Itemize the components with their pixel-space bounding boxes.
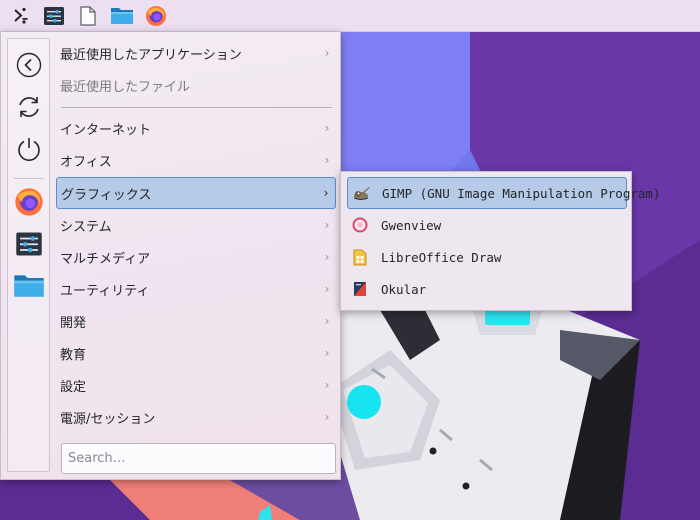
category-power-session[interactable]: 電源/セッション › xyxy=(56,402,336,432)
category-label: 最近使用したファイル xyxy=(60,79,191,95)
application-launcher-button[interactable] xyxy=(4,0,36,32)
submenu-item-label: LibreOffice Draw xyxy=(381,249,502,265)
category-label: システム xyxy=(60,219,112,235)
system-settings-launcher[interactable] xyxy=(38,0,70,32)
folder-icon xyxy=(111,7,133,24)
category-development[interactable]: 開発 › xyxy=(56,306,336,336)
sidebar-firefox-button[interactable] xyxy=(12,185,46,219)
submenu-item-libreoffice-draw[interactable]: LibreOffice Draw xyxy=(347,242,627,272)
search-box[interactable] xyxy=(61,443,336,474)
chevron-right-icon: › xyxy=(323,186,329,200)
category-settings[interactable]: 設定 › xyxy=(56,370,336,400)
submenu-item-label: Okular xyxy=(381,281,427,297)
file-manager-launcher[interactable] xyxy=(106,0,138,32)
submenu-item-label: GIMP (GNU Image Manipulation Program) xyxy=(382,185,661,201)
category-graphics[interactable]: グラフィックス › xyxy=(56,177,336,209)
chevron-right-icon: › xyxy=(324,121,330,135)
okular-icon xyxy=(351,280,369,298)
chevron-right-icon: › xyxy=(324,346,330,360)
submenu-item-gwenview[interactable]: Gwenview xyxy=(347,210,627,240)
folder-icon xyxy=(14,275,44,297)
submenu-item-label: Gwenview xyxy=(381,217,442,233)
category-label: ユーティリティ xyxy=(60,283,150,299)
sidebar-shutdown-button[interactable] xyxy=(12,132,46,166)
sidebar-back-button[interactable] xyxy=(12,48,46,82)
firefox-icon xyxy=(146,5,166,26)
category-label: インターネット xyxy=(60,122,152,138)
document-icon xyxy=(80,5,96,26)
category-internet[interactable]: インターネット › xyxy=(56,113,336,143)
category-education[interactable]: 教育 › xyxy=(56,338,336,368)
graphics-submenu: GIMP (GNU Image Manipulation Program) Gw… xyxy=(340,171,660,311)
category-recent-files: 最近使用したファイル xyxy=(56,70,336,100)
chevron-right-icon: › xyxy=(324,282,330,296)
category-label: 電源/セッション xyxy=(60,411,156,427)
category-label: グラフィックス xyxy=(61,187,152,203)
libreoffice-draw-icon xyxy=(351,248,369,266)
restart-icon xyxy=(19,97,39,117)
chevron-right-icon: › xyxy=(324,153,330,167)
category-label: 開発 xyxy=(60,315,87,331)
menu-separator xyxy=(61,107,332,108)
chevron-right-icon: › xyxy=(324,378,330,392)
submenu-item-gimp[interactable]: GIMP (GNU Image Manipulation Program) xyxy=(347,177,660,209)
top-panel xyxy=(0,0,700,32)
back-icon xyxy=(16,52,42,78)
category-label: 設定 xyxy=(60,379,87,395)
chevron-right-icon: › xyxy=(324,410,330,424)
category-label: オフィス xyxy=(60,154,112,170)
firefox-icon xyxy=(15,188,43,216)
category-label: 最近使用したアプリケーション xyxy=(60,47,242,63)
category-label: マルチメディア xyxy=(60,251,151,267)
chevron-right-icon: › xyxy=(324,314,330,328)
sidebar-system-settings-button[interactable] xyxy=(12,227,46,261)
category-multimedia[interactable]: マルチメディア › xyxy=(56,242,336,272)
application-menu: 最近使用したアプリケーション › 最近使用したファイル インターネット › オフ… xyxy=(0,32,341,480)
category-office[interactable]: オフィス › xyxy=(56,145,336,175)
gwenview-icon xyxy=(351,216,369,234)
system-settings-icon xyxy=(44,6,64,25)
application-launcher-icon xyxy=(14,7,28,24)
search-input[interactable] xyxy=(62,444,335,473)
sidebar-file-manager-button[interactable] xyxy=(12,269,46,303)
sidebar-restart-button[interactable] xyxy=(12,90,46,124)
text-editor-launcher[interactable] xyxy=(72,0,104,32)
sidebar-separator xyxy=(14,178,44,179)
category-system[interactable]: システム › xyxy=(56,210,336,240)
chevron-right-icon: › xyxy=(324,250,330,264)
system-settings-icon xyxy=(16,232,42,256)
category-label: 教育 xyxy=(60,347,87,363)
firefox-launcher[interactable] xyxy=(140,0,172,32)
category-recent-applications[interactable]: 最近使用したアプリケーション › xyxy=(56,38,336,68)
gimp-icon xyxy=(352,184,370,202)
chevron-right-icon: › xyxy=(324,218,330,232)
favorites-sidebar xyxy=(7,38,50,472)
shutdown-icon xyxy=(18,138,40,161)
submenu-item-okular[interactable]: Okular xyxy=(347,274,627,304)
chevron-right-icon: › xyxy=(324,46,330,60)
category-utilities[interactable]: ユーティリティ › xyxy=(56,274,336,304)
